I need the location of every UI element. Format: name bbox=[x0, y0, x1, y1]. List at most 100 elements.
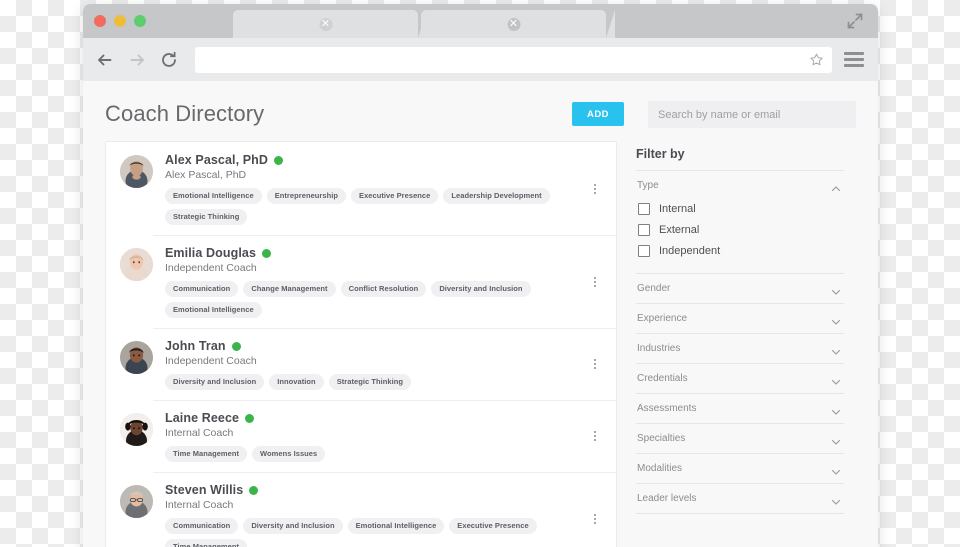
filter-section-modalities: Modalities bbox=[636, 453, 844, 483]
back-button[interactable] bbox=[95, 50, 115, 70]
filter-section-header[interactable]: Experience bbox=[636, 304, 844, 333]
browser-tab-1[interactable]: ✕ bbox=[233, 10, 427, 38]
page-content: Coach Directory ADD Search by name or em… bbox=[83, 81, 878, 547]
filter-section-label: Gender bbox=[637, 283, 671, 294]
chevron-down-icon[interactable] bbox=[831, 494, 841, 505]
filter-section-header[interactable]: Type bbox=[636, 171, 844, 200]
coach-info: Steven Willis Internal Coach Communicati… bbox=[153, 483, 602, 547]
coach-name: Emilia Douglas bbox=[165, 246, 257, 260]
coach-row[interactable]: John Tran Independent Coach Diversity an… bbox=[106, 328, 616, 400]
chevron-down-icon[interactable] bbox=[831, 374, 841, 385]
avatar bbox=[120, 248, 153, 281]
maximize-window-button[interactable] bbox=[134, 15, 146, 27]
expand-window-icon[interactable] bbox=[846, 12, 864, 30]
tag: Time Management bbox=[165, 446, 248, 462]
coach-info: Emilia Douglas Independent Coach Communi… bbox=[153, 246, 602, 318]
url-bar[interactable] bbox=[195, 46, 832, 73]
filter-section-header[interactable]: Gender bbox=[636, 274, 844, 303]
row-menu-icon[interactable] bbox=[588, 513, 602, 524]
status-online-icon bbox=[274, 155, 284, 165]
avatar bbox=[120, 341, 153, 374]
filter-section-header[interactable]: Modalities bbox=[636, 454, 844, 483]
filter-option-independent[interactable]: Independent bbox=[638, 242, 844, 263]
coach-directory-card: Alex Pascal, PhD Alex Pascal, PhD Emotio… bbox=[105, 141, 617, 547]
tag: Diversity and Inclusion bbox=[431, 281, 531, 297]
close-window-button[interactable] bbox=[94, 15, 106, 27]
tag: Womens Issues bbox=[252, 446, 326, 462]
bookmark-star-icon[interactable] bbox=[809, 52, 824, 67]
tag: Diversity and Inclusion bbox=[243, 518, 343, 534]
chevron-down-icon[interactable] bbox=[831, 464, 841, 475]
coach-role: Independent Coach bbox=[165, 355, 257, 367]
reload-button[interactable] bbox=[159, 50, 179, 70]
tag-list: Emotional Intelligence Entrepreneurship … bbox=[165, 188, 602, 225]
tag-list: Communication Change Management Conflict… bbox=[165, 281, 602, 318]
filter-section-label: Type bbox=[637, 180, 659, 191]
coach-name: John Tran bbox=[165, 339, 226, 353]
browser-menu-icon[interactable] bbox=[844, 52, 864, 67]
tag: Executive Presence bbox=[449, 518, 537, 534]
chevron-down-icon[interactable] bbox=[831, 284, 841, 295]
coach-row[interactable]: Emilia Douglas Independent Coach Communi… bbox=[106, 235, 616, 328]
filter-section-industries: Industries bbox=[636, 333, 844, 363]
coach-role: Internal Coach bbox=[165, 427, 234, 439]
filter-panel: Filter by Type Internal External Indepen… bbox=[636, 141, 844, 547]
search-input[interactable] bbox=[648, 101, 856, 128]
checkbox[interactable] bbox=[638, 203, 650, 215]
filter-section-header[interactable]: Industries bbox=[636, 334, 844, 363]
coach-row[interactable]: Alex Pascal, PhD Alex Pascal, PhD Emotio… bbox=[106, 142, 616, 235]
tag: Emotional Intelligence bbox=[165, 302, 262, 318]
tab-close-icon[interactable]: ✕ bbox=[507, 18, 520, 31]
minimize-window-button[interactable] bbox=[114, 15, 126, 27]
filter-section-credentials: Credentials bbox=[636, 363, 844, 393]
tag-list: Communication Diversity and Inclusion Em… bbox=[165, 518, 602, 547]
browser-toolbar bbox=[83, 38, 878, 81]
tag: Executive Presence bbox=[351, 188, 439, 204]
tag: Conflict Resolution bbox=[340, 281, 427, 297]
row-menu-icon[interactable] bbox=[588, 183, 602, 194]
filter-section-header[interactable]: Assessments bbox=[636, 394, 844, 423]
chevron-down-icon[interactable] bbox=[831, 344, 841, 355]
browser-tab-strip: ✕ ✕ bbox=[83, 4, 878, 38]
tab-close-icon[interactable]: ✕ bbox=[319, 18, 332, 31]
row-menu-icon[interactable] bbox=[588, 276, 602, 287]
filter-option-internal[interactable]: Internal bbox=[638, 200, 844, 221]
checkbox[interactable] bbox=[638, 224, 650, 236]
filter-section-gender: Gender bbox=[636, 273, 844, 303]
tag: Diversity and Inclusion bbox=[165, 374, 265, 390]
coach-name-line: Laine Reece bbox=[165, 411, 602, 425]
forward-button[interactable] bbox=[127, 50, 147, 70]
avatar bbox=[120, 485, 153, 518]
filter-option-external[interactable]: External bbox=[638, 221, 844, 242]
browser-window: ✕ ✕ Coach Directory ADD Search by name o… bbox=[83, 4, 878, 547]
coach-name-line: John Tran bbox=[165, 339, 602, 353]
chevron-down-icon[interactable] bbox=[831, 314, 841, 325]
add-button[interactable]: ADD bbox=[572, 102, 624, 126]
coach-role: Independent Coach bbox=[165, 262, 257, 274]
coach-name-line: Emilia Douglas bbox=[165, 246, 602, 260]
page-header: Coach Directory ADD bbox=[83, 81, 878, 129]
tag-list: Diversity and Inclusion Innovation Strat… bbox=[165, 374, 602, 390]
filter-section-label: Credentials bbox=[637, 373, 688, 384]
tag: Entrepreneurship bbox=[266, 188, 347, 204]
tag-list: Time Management Womens Issues bbox=[165, 446, 602, 462]
chevron-down-icon[interactable] bbox=[831, 404, 841, 415]
filter-section-label: Assessments bbox=[637, 403, 697, 414]
page-title: Coach Directory bbox=[105, 101, 265, 126]
coach-role: Internal Coach bbox=[165, 499, 234, 511]
filter-section-header[interactable]: Specialties bbox=[636, 424, 844, 453]
checkbox[interactable] bbox=[638, 245, 650, 257]
tag: Change Management bbox=[243, 281, 336, 297]
chevron-down-icon[interactable] bbox=[831, 434, 841, 445]
filter-section-header[interactable]: Leader levels bbox=[636, 484, 844, 513]
coach-row[interactable]: Laine Reece Internal Coach Time Manageme… bbox=[106, 400, 616, 472]
content-row: Alex Pascal, PhD Alex Pascal, PhD Emotio… bbox=[83, 129, 878, 547]
browser-tab-2[interactable]: ✕ bbox=[421, 10, 615, 38]
filter-section-label: Specialties bbox=[637, 433, 686, 444]
row-menu-icon[interactable] bbox=[588, 431, 602, 441]
filter-section-header[interactable]: Credentials bbox=[636, 364, 844, 393]
coach-row[interactable]: Steven Willis Internal Coach Communicati… bbox=[106, 472, 616, 547]
chevron-up-icon[interactable] bbox=[831, 181, 841, 191]
status-online-icon bbox=[249, 485, 259, 495]
row-menu-icon[interactable] bbox=[588, 359, 602, 369]
